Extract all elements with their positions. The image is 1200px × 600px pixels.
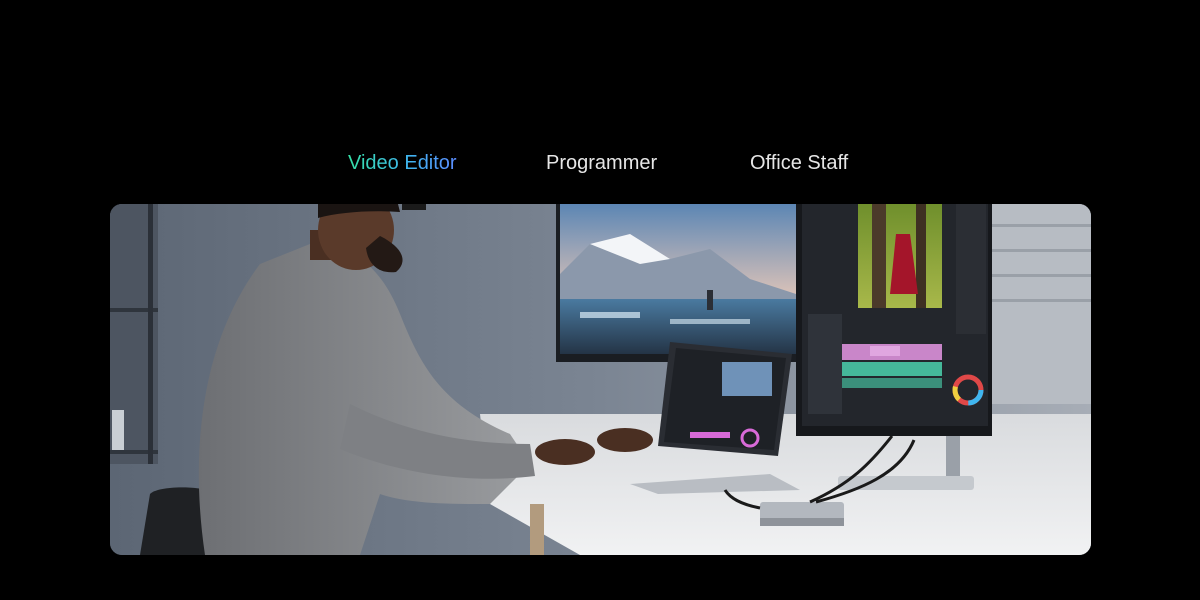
tab-programmer[interactable]: Programmer [546,148,657,178]
bookshelf [110,204,158,464]
video-editor-scene [110,204,1091,555]
hero-image [110,204,1091,555]
use-case-tabs: Video Editor Programmer Office Staff [0,148,1200,178]
tab-office-staff[interactable]: Office Staff [750,148,848,178]
desk-leg [530,504,544,555]
tab-video-editor[interactable]: Video Editor [348,148,457,178]
left-monitor [556,204,800,362]
window-blinds [990,204,1091,404]
